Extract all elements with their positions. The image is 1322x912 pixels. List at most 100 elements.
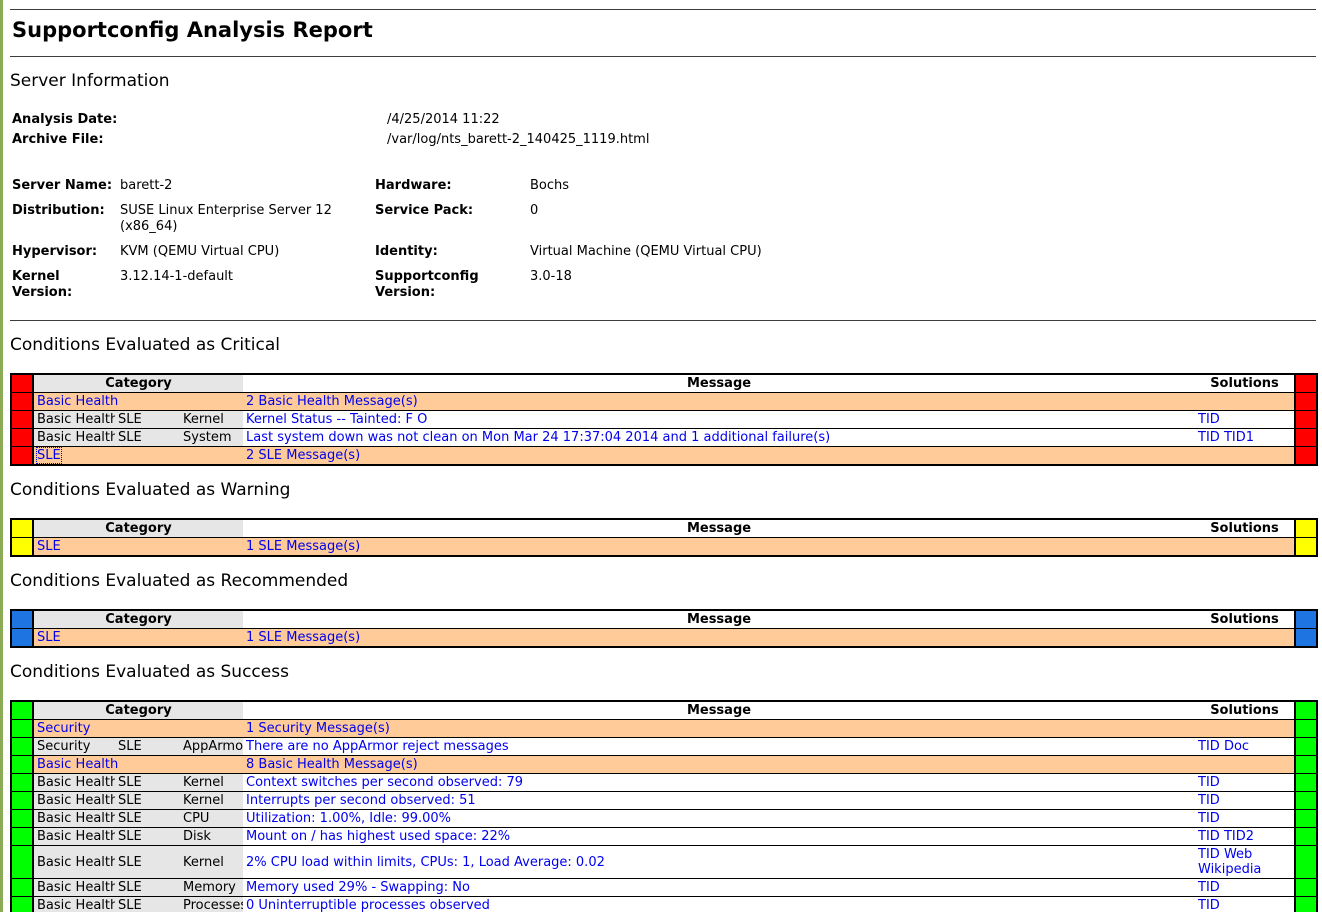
solutions-cell: TID Doc xyxy=(1195,738,1295,756)
solution-link[interactable]: TID xyxy=(1198,880,1220,895)
category-cell: Basic Health xyxy=(33,828,115,846)
message-link[interactable]: Last system down was not clean on Mon Ma… xyxy=(246,430,830,445)
solution-link[interactable]: TID xyxy=(1198,793,1220,808)
message-cell: 1 SLE Message(s) xyxy=(243,629,1195,648)
category-cell: SLE xyxy=(115,411,180,429)
severity-marker-cell xyxy=(11,629,33,648)
message-link[interactable]: There are no AppArmor reject messages xyxy=(246,739,509,754)
table-row: Basic HealthSLEDiskMount on / has highes… xyxy=(11,828,1317,846)
severity-marker-cell xyxy=(11,701,33,720)
table-header-row: CategoryMessageSolutions xyxy=(11,374,1317,393)
table-row: Security 1 Security Message(s) xyxy=(11,720,1317,738)
message-cell: 2% CPU load within limits, CPUs: 1, Load… xyxy=(243,846,1195,879)
category-cell: Basic Health xyxy=(33,393,243,411)
message-link[interactable]: 1 SLE Message(s) xyxy=(246,539,360,554)
category-group-link[interactable]: SLE xyxy=(37,630,61,645)
solutions-cell xyxy=(1195,447,1295,466)
severity-marker-cell xyxy=(11,846,33,879)
server-details-row: Server Name:barett-2Hardware:Bochs xyxy=(12,178,762,203)
message-link[interactable]: Context switches per second observed: 79 xyxy=(246,775,523,790)
severity-marker-cell xyxy=(11,720,33,738)
solution-link[interactable]: Doc xyxy=(1224,739,1249,754)
solution-link[interactable]: TID xyxy=(1198,829,1220,844)
message-cell: Last system down was not clean on Mon Ma… xyxy=(243,429,1195,447)
message-link[interactable]: 1 SLE Message(s) xyxy=(246,630,360,645)
table-row: Basic Health 2 Basic Health Message(s) xyxy=(11,393,1317,411)
severity-marker-cell xyxy=(1295,447,1317,466)
message-link[interactable]: 2 Basic Health Message(s) xyxy=(246,394,418,409)
solution-link[interactable]: TID xyxy=(1198,412,1220,427)
section-heading-recommended: Conditions Evaluated as Recommended xyxy=(10,571,1316,591)
category-cell: Basic Health xyxy=(33,846,115,879)
solution-link[interactable]: TID1 xyxy=(1224,430,1254,445)
solution-link[interactable]: Web xyxy=(1224,847,1252,862)
meta-row: Analysis Date:/4/25/2014 11:22 xyxy=(12,112,649,132)
category-cell: Basic Health xyxy=(33,810,115,828)
table-row: SLE 1 SLE Message(s) xyxy=(11,538,1317,557)
field-value: 0 xyxy=(530,203,762,244)
category-cell: Basic Health xyxy=(33,792,115,810)
severity-marker-cell xyxy=(1295,720,1317,738)
message-link[interactable]: 2 SLE Message(s) xyxy=(246,448,360,463)
category-cell: Security xyxy=(33,720,243,738)
severity-marker-cell xyxy=(1295,374,1317,393)
category-cell: AppArmor xyxy=(180,738,243,756)
category-cell: SLE xyxy=(115,828,180,846)
solution-link[interactable]: TID xyxy=(1198,847,1220,862)
message-link[interactable]: Kernel Status -- Tainted: F O xyxy=(246,412,427,427)
category-cell: Basic Health xyxy=(33,429,115,447)
category-group-link[interactable]: Basic Health xyxy=(37,394,118,409)
field-value: Virtual Machine (QEMU Virtual CPU) xyxy=(530,244,762,269)
solutions-cell: TID TID1 xyxy=(1195,429,1295,447)
solution-link[interactable]: TID xyxy=(1198,430,1220,445)
message-cell: Context switches per second observed: 79 xyxy=(243,774,1195,792)
field-label: Server Name: xyxy=(12,178,120,203)
message-link[interactable]: Mount on / has highest used space: 22% xyxy=(246,829,510,844)
severity-marker-cell xyxy=(11,810,33,828)
server-details: Server Name:barett-2Hardware:BochsDistri… xyxy=(12,178,762,310)
category-cell: Basic Health xyxy=(33,411,115,429)
table-header-row: CategoryMessageSolutions xyxy=(11,701,1317,720)
message-link[interactable]: Utilization: 1.00%, Idle: 99.00% xyxy=(246,811,451,826)
message-link[interactable]: Interrupts per second observed: 51 xyxy=(246,793,476,808)
severity-marker-cell xyxy=(11,879,33,897)
message-cell: Memory used 29% - Swapping: No xyxy=(243,879,1195,897)
category-cell: SLE xyxy=(115,774,180,792)
severity-marker-cell xyxy=(11,429,33,447)
message-link[interactable]: 0 Uninterruptible processes observed xyxy=(246,898,490,912)
field-value: 3.12.14-1-default xyxy=(120,269,375,310)
category-cell: SLE xyxy=(33,538,243,557)
category-header: Category xyxy=(33,610,243,629)
message-cell: 2 SLE Message(s) xyxy=(243,447,1195,466)
solutions-cell: TID xyxy=(1195,879,1295,897)
solution-link[interactable]: Wikipedia xyxy=(1198,862,1261,877)
solution-link[interactable]: TID xyxy=(1198,811,1220,826)
solutions-cell: TID TID2 xyxy=(1195,828,1295,846)
message-cell: 2 Basic Health Message(s) xyxy=(243,393,1195,411)
field-label: Supportconfig Version: xyxy=(375,269,530,310)
category-group-link[interactable]: Security xyxy=(37,721,90,736)
message-cell: 1 Security Message(s) xyxy=(243,720,1195,738)
message-link[interactable]: 2% CPU load within limits, CPUs: 1, Load… xyxy=(246,855,605,870)
message-cell: Utilization: 1.00%, Idle: 99.00% xyxy=(243,810,1195,828)
severity-marker-cell xyxy=(1295,897,1317,912)
message-link[interactable]: Memory used 29% - Swapping: No xyxy=(246,880,470,895)
category-cell: Basic Health xyxy=(33,774,115,792)
severity-marker-cell xyxy=(11,792,33,810)
severity-marker-cell xyxy=(11,393,33,411)
message-link[interactable]: 8 Basic Health Message(s) xyxy=(246,757,418,772)
category-group-link[interactable]: SLE xyxy=(37,539,61,554)
message-link[interactable]: 1 Security Message(s) xyxy=(246,721,390,736)
table-row: Basic HealthSLEProcesses0 Uninterruptibl… xyxy=(11,897,1317,912)
solutions-cell: TID Web Wikipedia xyxy=(1195,846,1295,879)
category-group-link[interactable]: Basic Health xyxy=(37,757,118,772)
solution-link[interactable]: TID xyxy=(1198,739,1220,754)
solution-link[interactable]: TID xyxy=(1198,775,1220,790)
category-group-link[interactable]: SLE xyxy=(37,448,61,463)
solution-link[interactable]: TID xyxy=(1198,898,1220,912)
message-cell: Kernel Status -- Tainted: F O xyxy=(243,411,1195,429)
solution-link[interactable]: TID2 xyxy=(1224,829,1254,844)
field-label: Hardware: xyxy=(375,178,530,203)
severity-marker-cell xyxy=(1295,810,1317,828)
meta-row: Archive File:/var/log/nts_barett-2_14042… xyxy=(12,132,649,152)
